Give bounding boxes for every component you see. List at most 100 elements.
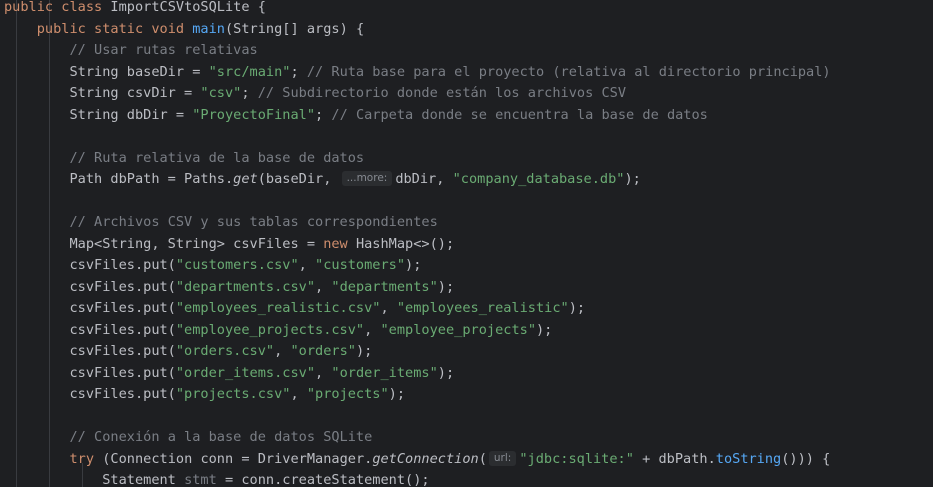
code-token: ,	[274, 343, 291, 359]
string-literal: "ProyectoFinal"	[192, 106, 316, 123]
code-token: toString	[715, 450, 782, 467]
code-comment: // Carpeta donde se encuentra la base de…	[331, 106, 708, 123]
code-line[interactable]: csvFiles.put("orders.csv", "orders");	[4, 341, 372, 363]
string-literal: "projects.csv"	[175, 386, 291, 402]
code-line[interactable]: try (Connection conn = DriverManager.get…	[4, 449, 830, 471]
code-comment: // Conexión a la base de datos SQLite	[69, 429, 373, 445]
code-token: ;	[315, 106, 332, 123]
code-token: Path dbPath = Paths.	[4, 171, 234, 187]
code-token: Statement	[4, 472, 185, 487]
string-literal: "orders"	[290, 343, 356, 359]
code-line[interactable]: csvFiles.put("customers.csv", "customers…	[4, 255, 421, 277]
string-literal: "csv"	[200, 85, 242, 101]
code-line[interactable]: // Ruta relativa de la base de datos	[4, 148, 364, 170]
code-token: (	[478, 450, 487, 467]
code-token: get	[233, 171, 258, 187]
code-comment: // Ruta relativa de la base de datos	[69, 149, 365, 166]
parameter-hint[interactable]: url:	[488, 450, 517, 466]
code-token: String baseDir =	[4, 63, 209, 80]
code-token: Map<String, String> csvFiles =	[4, 235, 324, 252]
keyword: new	[323, 235, 356, 252]
string-literal: "employee_projects.csv"	[175, 321, 365, 338]
code-token: csvFiles.put(	[4, 321, 176, 338]
code-token: ,	[315, 364, 332, 381]
code-line[interactable]: Statement stmt = conn.createStatement();	[4, 470, 430, 487]
string-literal: "orders.csv"	[175, 343, 275, 359]
string-literal: "order_items.csv"	[175, 364, 316, 381]
code-line[interactable]: Map<String, String> csvFiles = new HashM…	[4, 234, 454, 256]
code-token: ;	[241, 85, 258, 101]
string-literal: "customers"	[315, 257, 406, 273]
keyword: public static void	[36, 20, 193, 37]
code-token: dbDir,	[395, 171, 453, 187]
string-literal: "order_items"	[331, 364, 438, 381]
code-token: (Connection conn = DriverManager.	[102, 450, 373, 467]
code-token: String dbDir =	[4, 106, 193, 123]
code-token: );	[624, 171, 641, 187]
code-token: ,	[315, 278, 332, 295]
code-token: ())) {	[781, 450, 831, 467]
code-line[interactable]: // Usar rutas relativas	[4, 40, 258, 62]
string-literal: "employees_realistic.csv"	[175, 300, 381, 316]
code-line[interactable]: // Archivos CSV y sus tablas correspondi…	[4, 212, 438, 234]
code-token: csvFiles.put(	[4, 386, 176, 402]
code-line[interactable]: csvFiles.put("projects.csv", "projects")…	[4, 384, 405, 406]
code-token: );	[437, 278, 455, 295]
code-line[interactable]: // Conexión a la base de datos SQLite	[4, 427, 372, 449]
code-line[interactable]: csvFiles.put("order_items.csv", "order_i…	[4, 363, 454, 385]
code-token: getConnection	[372, 450, 479, 467]
string-literal: "customers.csv"	[175, 257, 299, 273]
code-token: );	[437, 364, 455, 381]
code-token: ,	[290, 386, 307, 402]
code-line[interactable]: csvFiles.put("employees_realistic.csv", …	[4, 298, 585, 320]
code-comment: // Subdirectorio donde están los archivo…	[257, 85, 627, 101]
code-token: );	[405, 257, 422, 273]
code-token: = conn.createStatement();	[216, 472, 430, 487]
code-token: csvFiles.put(	[4, 278, 176, 295]
code-token: ,	[364, 321, 381, 338]
code-comment: // Usar rutas relativas	[69, 42, 258, 58]
code-comment: // Ruta base para el proyecto (relativa …	[306, 63, 831, 80]
string-literal: "employee_projects"	[380, 321, 537, 338]
code-token: main	[192, 20, 225, 37]
code-token: HashMap<>();	[355, 235, 455, 252]
code-token: ,	[380, 300, 397, 316]
string-literal: "projects"	[306, 386, 389, 402]
string-literal: "employees_realistic"	[396, 300, 569, 316]
code-line[interactable]: String csvDir = "csv"; // Subdirectorio …	[4, 83, 626, 105]
string-literal: "company_database.db"	[452, 171, 625, 187]
code-line[interactable]: csvFiles.put("departments.csv", "departm…	[4, 277, 454, 299]
string-literal: "departments"	[331, 278, 438, 295]
code-token: csvFiles.put(	[4, 343, 176, 359]
keyword: public class	[4, 0, 111, 15]
code-token: + dbPath.	[633, 450, 716, 467]
code-line[interactable]: public static void main(String[] args) {	[4, 19, 364, 41]
code-token: );	[388, 386, 406, 402]
code-token: csvFiles.put(	[4, 364, 176, 381]
code-token: ,	[298, 257, 316, 273]
code-token: );	[536, 321, 553, 338]
parameter-hint[interactable]: ...more:	[341, 171, 393, 186]
code-token: (baseDir,	[257, 171, 340, 187]
code-line[interactable]: Path dbPath = Paths.get(baseDir, ...more…	[4, 169, 641, 191]
code-editor[interactable]: public class ImportCSVtoSQLite { public …	[0, 0, 933, 487]
code-token: ImportCSVtoSQLite {	[110, 0, 266, 15]
keyword: try	[69, 450, 103, 467]
code-token: String csvDir =	[4, 85, 201, 101]
code-token: stmt	[184, 472, 217, 487]
code-line[interactable]: String dbDir = "ProyectoFinal"; // Carpe…	[4, 105, 708, 127]
code-token: (String[] args) {	[225, 20, 365, 37]
code-line[interactable]: csvFiles.put("employee_projects.csv", "e…	[4, 320, 552, 342]
code-token: );	[568, 300, 586, 316]
code-line[interactable]: String baseDir = "src/main"; // Ruta bas…	[4, 62, 831, 84]
code-line[interactable]: public class ImportCSVtoSQLite {	[4, 0, 266, 19]
code-token: csvFiles.put(	[4, 257, 176, 273]
string-literal: "jdbc:sqlite:"	[519, 450, 634, 467]
code-comment: // Archivos CSV y sus tablas correspondi…	[69, 214, 438, 230]
